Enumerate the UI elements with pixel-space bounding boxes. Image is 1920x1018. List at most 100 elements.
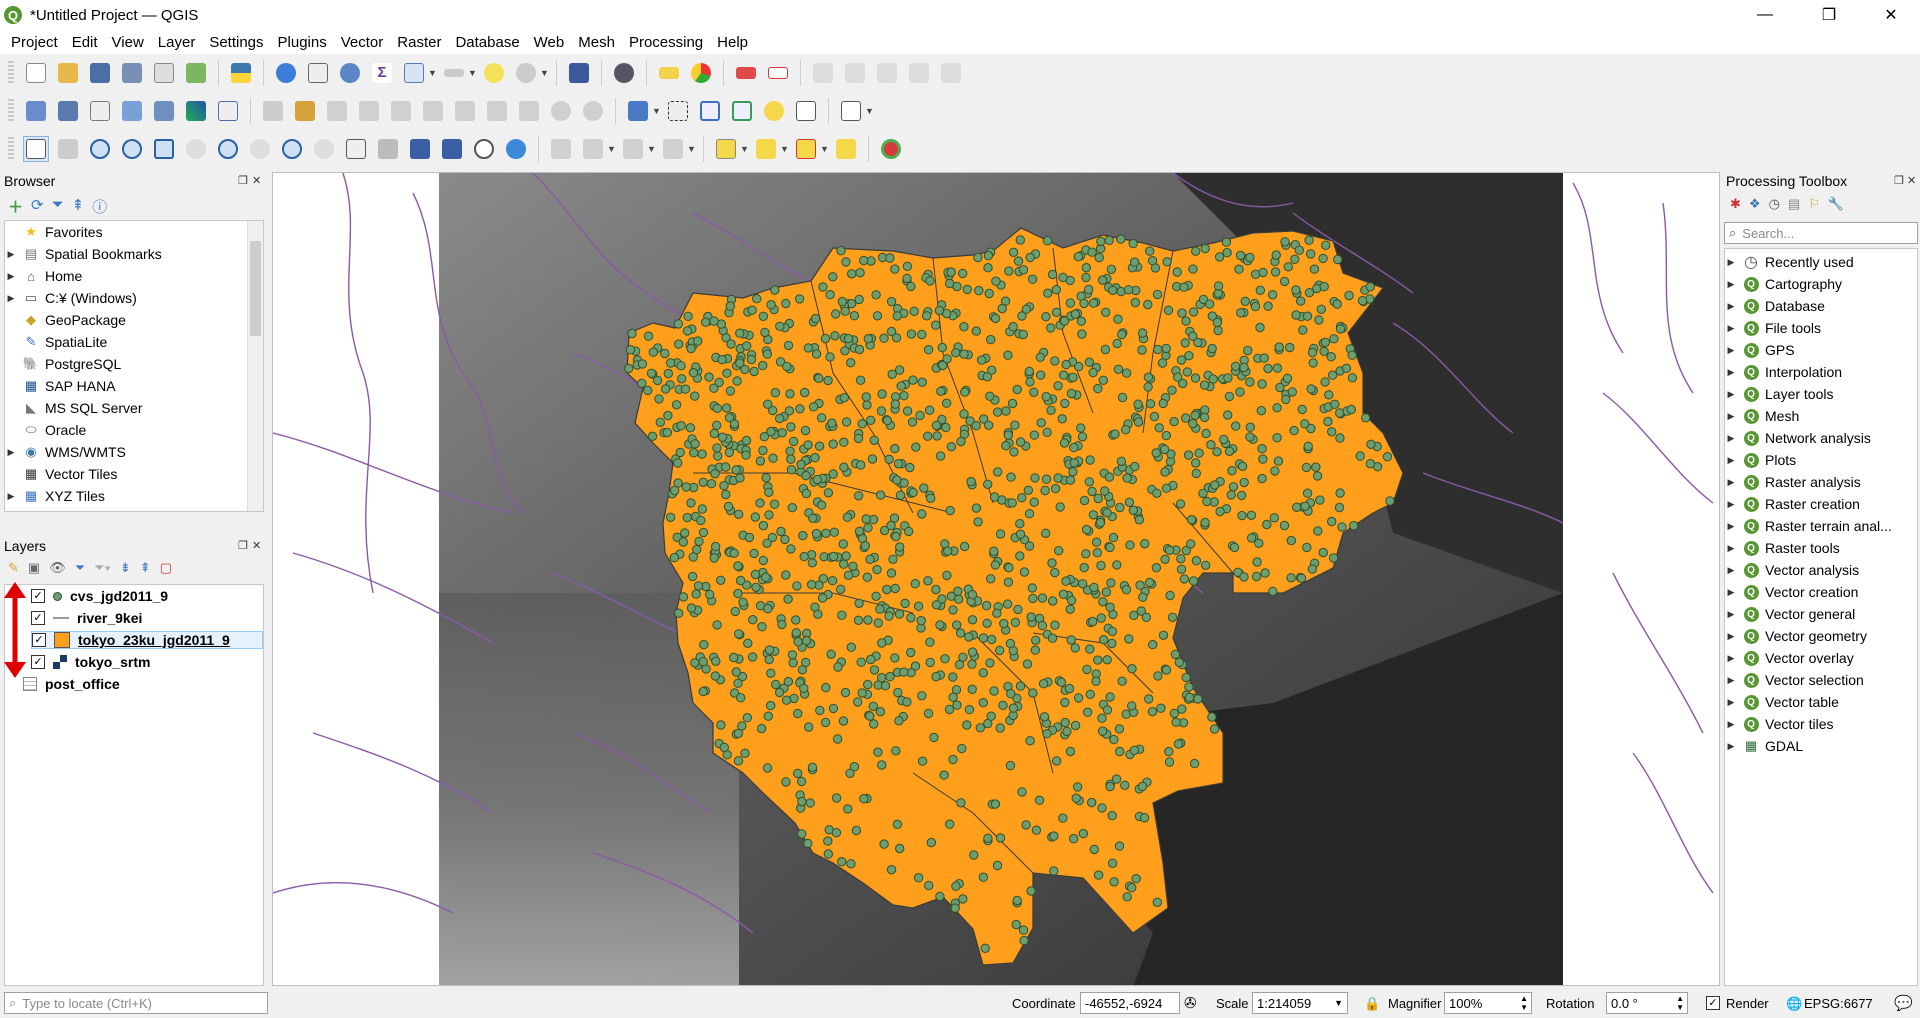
browser-item[interactable]: ▶ ▦ XYZ Tiles [5,487,105,505]
close-panel-icon[interactable]: ✕ [252,539,261,552]
render-checkbox[interactable]: ✓ [1706,996,1720,1010]
open-project-button[interactable] [55,60,81,86]
expand-arrow-icon[interactable]: ▶ [1725,609,1737,620]
scale-field[interactable]: 1:214059 ▼ [1252,992,1348,1014]
expand-arrow-icon[interactable]: ▶ [1725,499,1737,510]
refresh-button[interactable] [503,136,529,162]
chevron-down-icon[interactable]: ▼ [428,68,438,78]
browser-item[interactable]: ⬭ Oracle [5,421,86,439]
expand-arrow-icon[interactable]: ▶ [1725,455,1737,466]
zoom-next-button[interactable] [311,136,337,162]
chevron-down-icon[interactable]: ▼ [647,144,657,154]
deselect-button[interactable] [793,136,819,162]
data-source-manager-button[interactable] [23,98,49,124]
processing-toolbox-button[interactable] [337,60,363,86]
refresh-icon[interactable]: ⟳ [31,196,44,217]
expand-arrow-icon[interactable]: ▶ [1725,521,1737,532]
processing-provider-item[interactable]: ▶ Q Vector geometry [1725,627,1867,645]
expand-arrow-icon[interactable]: ▶ [1725,477,1737,488]
chevron-down-icon[interactable]: ▼ [780,144,790,154]
processing-provider-item[interactable]: ▶ Q File tools [1725,319,1822,337]
expand-arrow-icon[interactable]: ▶ [1725,389,1737,400]
zoom-to-layer-button[interactable] [215,136,241,162]
processing-provider-item[interactable]: ▶ Q Database [1725,297,1825,315]
statistics-button[interactable]: Σ [369,60,395,86]
crs-globe-icon[interactable]: 🌐 [1786,996,1802,1012]
expand-arrow-icon[interactable]: ▶ [1725,653,1737,664]
undo-button[interactable] [548,98,574,124]
select-annotation-button[interactable] [665,98,691,124]
copy-features-button[interactable] [484,98,510,124]
change-label-button[interactable] [874,60,900,86]
processing-provider-item[interactable]: ▶ Q GPS [1725,341,1795,359]
add-group-icon[interactable]: ▣ [28,560,40,576]
pan-to-selection-button[interactable] [55,136,81,162]
polygon-annotation-button[interactable] [697,98,723,124]
processing-provider-item[interactable]: ▶ Q Vector tiles [1725,715,1834,733]
processing-provider-item[interactable]: ▶ Q Vector overlay [1725,649,1854,667]
minimize-button[interactable]: — [1736,0,1794,30]
add-raster-button[interactable] [183,98,209,124]
processing-provider-item[interactable]: ▶ ◷ Recently used [1725,253,1854,271]
options-icon[interactable]: 🔧 [1828,196,1844,212]
expand-arrow-icon[interactable]: ▶ [1725,697,1737,708]
processing-provider-item[interactable]: ▶ Q Raster creation [1725,495,1860,513]
expand-arrow-icon[interactable]: ▶ [5,271,17,282]
expand-arrow-icon[interactable]: ▶ [1725,675,1737,686]
zoom-last-button[interactable] [279,136,305,162]
filter-expression-icon[interactable]: ⏷▾ [94,560,111,576]
models-icon[interactable]: ✱ [1730,196,1741,212]
collapse-all-icon[interactable]: ⇞ [140,560,151,576]
identify-button[interactable] [273,60,299,86]
browser-item[interactable]: 🐘 PostgreSQL [5,355,121,373]
vertex-tool-button[interactable] [388,98,414,124]
toolbar-handle[interactable] [8,99,14,123]
menu-plugins[interactable]: Plugins [271,34,334,51]
move-label-button[interactable] [810,60,836,86]
new-map-view-button[interactable] [343,136,369,162]
diagram-button[interactable] [688,60,714,86]
add-virtual-layer-button[interactable] [215,98,241,124]
layer-visibility-checkbox[interactable]: ✓ [31,655,45,669]
expand-arrow-icon[interactable]: ▶ [5,447,17,458]
processing-provider-item[interactable]: ▶ Q Raster terrain anal... [1725,517,1892,535]
show-bookmarks-button[interactable] [439,136,465,162]
new-3d-view-button[interactable] [375,136,401,162]
expand-arrow-icon[interactable]: ▶ [1725,279,1737,290]
processing-provider-item[interactable]: ▶ Q Vector general [1725,605,1856,623]
reshape-button[interactable] [660,136,686,162]
digitize-shape-button[interactable] [548,136,574,162]
menu-raster[interactable]: Raster [390,34,448,51]
expand-arrow-icon[interactable]: ▶ [5,249,17,260]
delete-selected-button[interactable] [420,98,446,124]
expand-arrow-icon[interactable]: ▶ [1725,719,1737,730]
menu-web[interactable]: Web [527,34,572,51]
advanced-digitize-button[interactable] [580,136,606,162]
map-tips-button[interactable] [481,60,507,86]
zoom-full-button[interactable] [151,136,177,162]
expand-arrow-icon[interactable]: ▶ [1725,257,1737,268]
chevron-down-icon[interactable]: ▼ [607,144,617,154]
save-edits-button[interactable] [324,98,350,124]
menu-view[interactable]: View [105,34,151,51]
float-panel-icon[interactable]: ❐ [1894,174,1904,187]
menu-processing[interactable]: Processing [622,34,710,51]
results-viewer-icon[interactable]: ▤ [1788,196,1800,212]
add-selected-icon[interactable]: ＋ [8,196,23,217]
scrollbar-thumb[interactable] [250,241,261,336]
label-unpin-button[interactable] [938,60,964,86]
filter-legend-icon[interactable]: ⏷ [75,560,85,576]
select-location-button[interactable] [833,136,859,162]
close-panel-icon[interactable]: ✕ [252,174,261,187]
add-database-button[interactable] [151,98,177,124]
browser-item[interactable]: ▶ ⌂ Home [5,267,83,285]
processing-provider-item[interactable]: ▶ Q Vector selection [1725,671,1864,689]
marker-annotation-button[interactable] [761,98,787,124]
menu-vector[interactable]: Vector [334,34,391,51]
browser-item[interactable]: ▦ SAP HANA [5,377,116,395]
browser-item[interactable]: ▦ Vector Tiles [5,465,118,483]
zoom-in-button[interactable] [87,136,113,162]
new-project-button[interactable] [23,60,49,86]
locator-input[interactable]: ⌕ Type to locate (Ctrl+K) [4,992,268,1014]
expand-arrow-icon[interactable]: ▶ [1725,565,1737,576]
